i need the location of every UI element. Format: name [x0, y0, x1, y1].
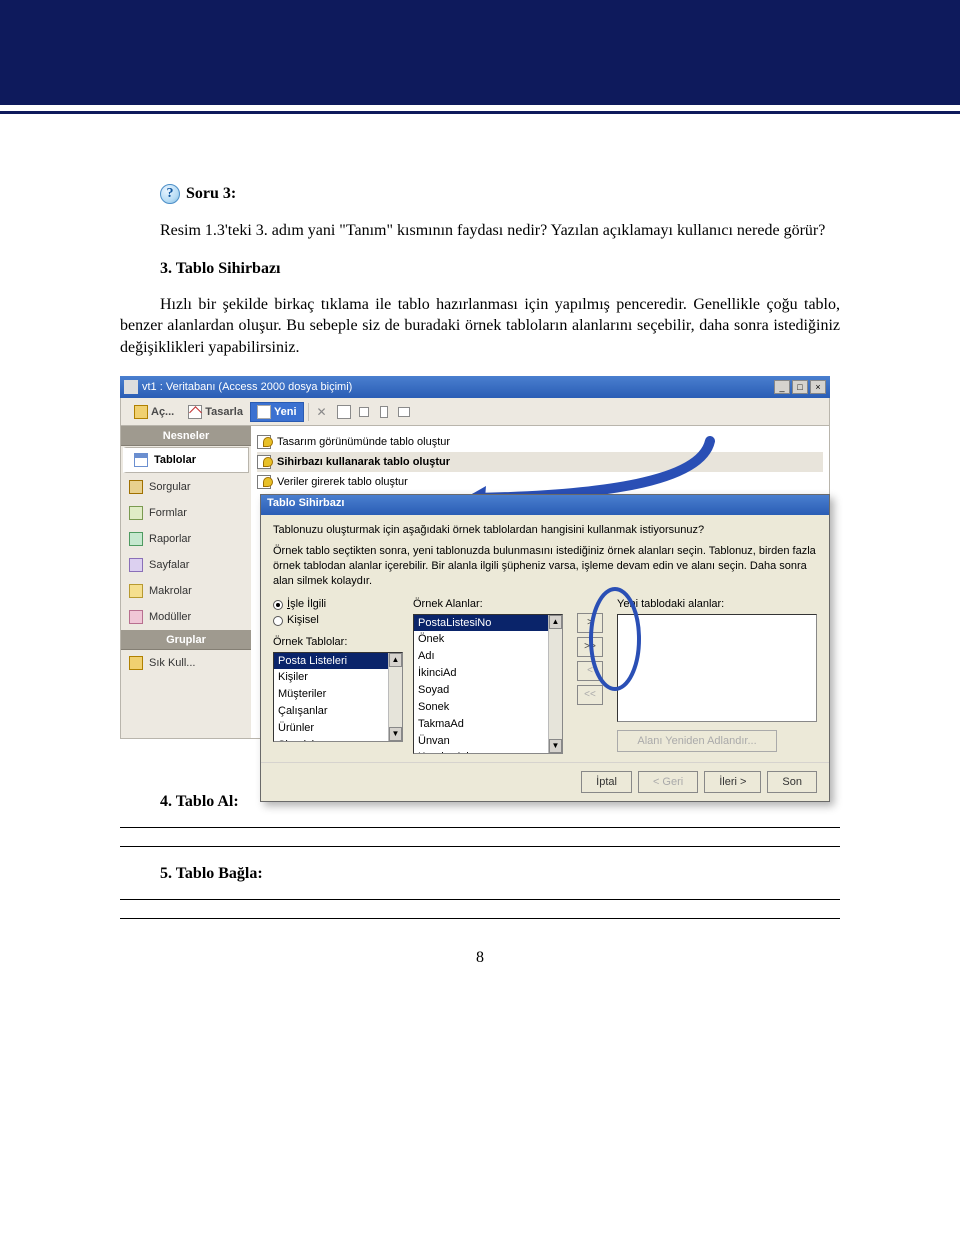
question-row: ? Soru 3: — [160, 184, 840, 204]
window-close-button[interactable]: × — [810, 380, 826, 394]
radio-personal[interactable]: Kişisel — [273, 613, 403, 629]
new-fields-label: Yeni tablodaki alanlar: — [617, 597, 817, 612]
main-row-design[interactable]: Tasarım görünümünde tablo oluştur — [257, 432, 823, 452]
radio-business[interactable]: İşle İlgili — [273, 597, 403, 613]
list-item[interactable]: Kişiler — [274, 669, 402, 686]
main-row-data[interactable]: Veriler girerek tablo oluştur — [257, 472, 823, 492]
sample-tables-list[interactable]: Posta Listeleri Kişiler Müşteriler Çalış… — [273, 652, 403, 742]
wizard-icon — [257, 475, 271, 489]
sidebar-reports[interactable]: Raporlar — [121, 526, 251, 552]
add-one-button[interactable]: > — [577, 613, 603, 633]
main-row-wizard[interactable]: Sihirbazı kullanarak tablo oluştur — [257, 452, 823, 472]
back-button[interactable]: < Geri — [638, 771, 698, 793]
list-item[interactable]: TakmaAd — [414, 716, 562, 733]
sample-fields-label: Örnek Alanlar: — [413, 597, 563, 612]
page-number: 8 — [120, 949, 840, 967]
cancel-button[interactable]: İptal — [581, 771, 632, 793]
list-item[interactable]: Müşteriler — [274, 686, 402, 703]
sample-tables-label: Örnek Tablolar: — [273, 635, 403, 650]
design-icon — [188, 405, 202, 419]
tables-icon — [134, 453, 148, 467]
list-item[interactable]: PostaListesiNo — [414, 615, 562, 632]
list-item[interactable]: Posta Listeleri — [274, 653, 402, 670]
db-window-title: vt1 : Veritabanı (Access 2000 dosya biçi… — [142, 381, 352, 393]
table-wizard-dialog: Tablo Sihirbazı Tablonuzu oluşturmak içi… — [260, 494, 830, 801]
scrollbar[interactable]: ▲▼ — [548, 615, 562, 753]
new-button[interactable]: Yeni — [250, 402, 304, 422]
sidebar-objects-header: Nesneler — [121, 426, 251, 446]
db-title-icon — [124, 380, 138, 394]
queries-icon — [129, 480, 143, 494]
section-3-body: Hızlı bir şekilde birkaç tıklama ile tab… — [120, 294, 840, 359]
blank-line — [120, 899, 840, 900]
list-item[interactable]: Ürünler — [274, 720, 402, 737]
open-button[interactable]: Aç... — [127, 402, 181, 422]
question-text: Resim 1.3'teki 3. adım yani "Tanım" kısm… — [120, 220, 840, 242]
sidebar-tables[interactable]: Tablolar — [123, 447, 249, 473]
next-button[interactable]: İleri > — [704, 771, 761, 793]
favorites-icon — [129, 656, 143, 670]
sidebar-queries[interactable]: Sorgular — [121, 474, 251, 500]
view-details-icon[interactable] — [395, 403, 413, 421]
question-icon: ? — [160, 184, 180, 204]
reports-icon — [129, 532, 143, 546]
design-button[interactable]: Tasarla — [181, 402, 250, 422]
add-all-button[interactable]: >> — [577, 637, 603, 657]
view-small-icon[interactable] — [355, 403, 373, 421]
finish-button[interactable]: Son — [767, 771, 817, 793]
scrollbar[interactable]: ▲▼ — [388, 653, 402, 741]
wizard-title: Tablo Sihirbazı — [261, 495, 829, 515]
list-item[interactable]: Adı — [414, 648, 562, 665]
section-5-heading: 5. Tablo Bağla: — [160, 865, 840, 883]
new-fields-list[interactable] — [617, 614, 817, 722]
db-toolbar: Aç... Tasarla Yeni ✕ — [120, 398, 830, 426]
db-sidebar: Nesneler Tablolar Sorgular Formlar Rapor… — [121, 426, 251, 738]
rename-field-button[interactable]: Alanı Yeniden Adlandır... — [617, 730, 777, 752]
modules-icon — [129, 610, 143, 624]
toolbar-separator — [308, 403, 309, 421]
wizard-icon — [257, 455, 271, 469]
list-item[interactable]: Ünvan — [414, 733, 562, 750]
window-max-button[interactable]: □ — [792, 380, 808, 394]
remove-all-button[interactable]: << — [577, 685, 603, 705]
sidebar-favorites[interactable]: Sık Kull... — [121, 650, 251, 676]
wizard-radios: İşle İlgili Kişisel — [273, 597, 403, 629]
wizard-intro: Tablonuzu oluşturmak için aşağıdaki örne… — [273, 523, 817, 538]
sidebar-modules[interactable]: Modüller — [121, 604, 251, 630]
pages-icon — [129, 558, 143, 572]
sample-fields-list[interactable]: PostaListesiNo Önek Adı İkinciAd Soyad S… — [413, 614, 563, 754]
header-band — [0, 0, 960, 105]
list-item[interactable]: KuruluşAdı — [414, 749, 562, 753]
list-item[interactable]: Çalışanlar — [274, 703, 402, 720]
window-min-button[interactable]: _ — [774, 380, 790, 394]
list-item[interactable]: Siparişler — [274, 737, 402, 742]
list-item[interactable]: Soyad — [414, 682, 562, 699]
open-icon — [134, 405, 148, 419]
blank-line — [120, 827, 840, 828]
wizard-footer: İptal < Geri İleri > Son — [261, 762, 829, 801]
access-screenshot: vt1 : Veritabanı (Access 2000 dosya biçi… — [120, 376, 830, 739]
sidebar-pages[interactable]: Sayfalar — [121, 552, 251, 578]
view-large-icon[interactable] — [335, 403, 353, 421]
list-item[interactable]: İkinciAd — [414, 665, 562, 682]
view-list-icon[interactable] — [375, 403, 393, 421]
sidebar-macros[interactable]: Makrolar — [121, 578, 251, 604]
blank-line — [120, 918, 840, 919]
new-icon — [257, 405, 271, 419]
question-label: Soru 3: — [186, 185, 236, 203]
sidebar-forms[interactable]: Formlar — [121, 500, 251, 526]
wizard-hint: Örnek tablo seçtikten sonra, yeni tablon… — [273, 544, 817, 589]
wizard-icon — [257, 435, 271, 449]
macros-icon — [129, 584, 143, 598]
list-item[interactable]: Sonek — [414, 699, 562, 716]
section-3-heading: 3. Tablo Sihirbazı — [160, 260, 840, 278]
forms-icon — [129, 506, 143, 520]
transfer-buttons: > >> < << — [573, 597, 607, 754]
blank-line — [120, 846, 840, 847]
sidebar-groups-header: Gruplar — [121, 630, 251, 650]
delete-button[interactable]: ✕ — [313, 403, 331, 421]
list-item[interactable]: Önek — [414, 631, 562, 648]
db-window-titlebar: vt1 : Veritabanı (Access 2000 dosya biçi… — [120, 376, 830, 398]
remove-one-button[interactable]: < — [577, 661, 603, 681]
